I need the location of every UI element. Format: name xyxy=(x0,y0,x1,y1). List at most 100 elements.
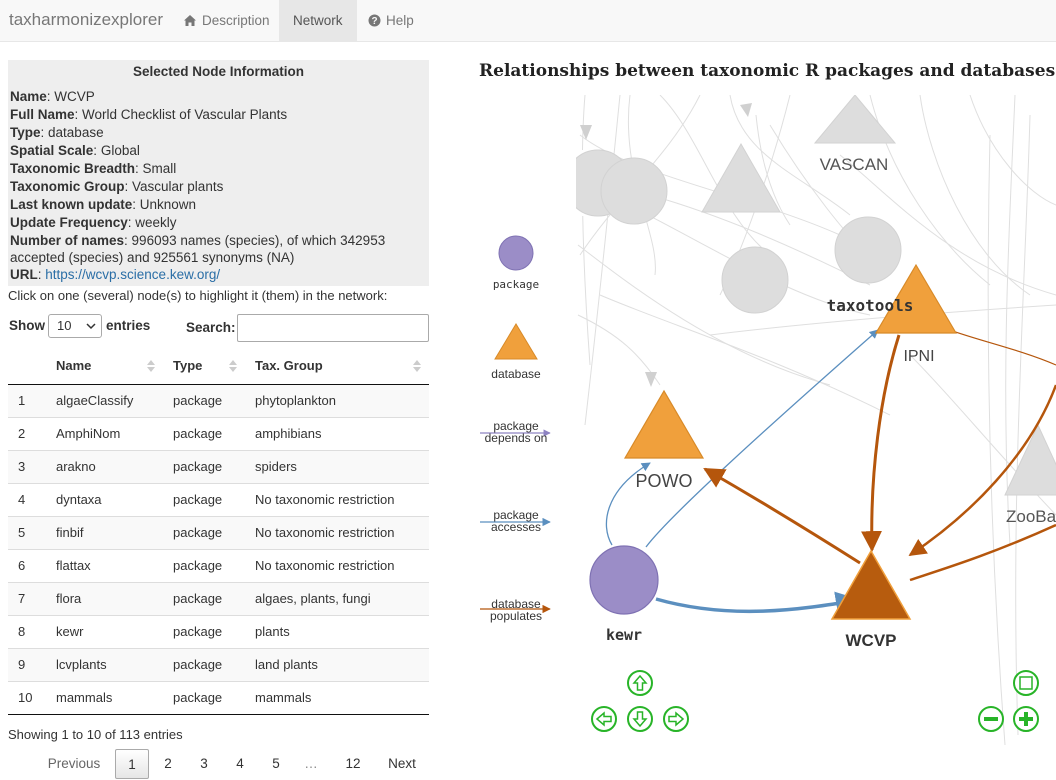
cell-name: finbif xyxy=(46,515,163,549)
pagination-page-1[interactable]: 1 xyxy=(115,749,149,779)
zoom-out-button[interactable] xyxy=(978,706,1004,732)
cell-type: package xyxy=(163,548,245,582)
cell-type: package xyxy=(163,416,245,450)
pagination-page-3[interactable]: 3 xyxy=(191,749,217,779)
legend: package database package depends on pack… xyxy=(480,235,551,623)
legend-database-label: database xyxy=(491,367,541,381)
entries-label: entries xyxy=(106,318,151,333)
table-info: Showing 1 to 10 of 113 entries xyxy=(8,727,183,742)
table-row[interactable]: 3 arakno package spiders xyxy=(8,449,429,483)
info-taxonomic-breadth: Taxonomic Breadth: Small xyxy=(10,161,177,176)
info-url-link[interactable]: https://wcvp.science.kew.org/ xyxy=(45,267,220,282)
table-row[interactable]: 7 flora package algaes, plants, fungi xyxy=(8,581,429,615)
col-taxgroup-header[interactable]: Tax. Group xyxy=(245,347,429,385)
sort-icon xyxy=(229,360,237,372)
svg-text:?: ? xyxy=(371,16,377,27)
entries-length-select[interactable]: 10 xyxy=(48,314,102,338)
table-row[interactable]: 4 dyntaxa package No taxonomic restriction xyxy=(8,482,429,516)
home-icon xyxy=(184,15,196,26)
cell-index: 8 xyxy=(8,614,46,648)
cell-taxgroup: algaes, plants, fungi xyxy=(245,581,429,615)
cell-taxgroup: No taxonomic restriction xyxy=(245,548,429,582)
search-input[interactable] xyxy=(237,314,429,342)
tab-description[interactable]: Description xyxy=(169,0,284,41)
table-row[interactable]: 9 lcvplants package land plants xyxy=(8,647,429,681)
sort-icon xyxy=(413,360,421,372)
pagination-page-12[interactable]: 12 xyxy=(336,749,370,779)
node-label-powo: POWO xyxy=(636,471,693,491)
pagination-ellipsis: … xyxy=(304,756,318,771)
node-kewr[interactable] xyxy=(589,545,659,615)
search-label: Search: xyxy=(186,320,236,335)
cell-index: 3 xyxy=(8,449,46,483)
legend-package-circle xyxy=(498,235,534,271)
cell-type: package xyxy=(163,482,245,516)
table-header-row: Name Type Tax. Group xyxy=(8,347,429,385)
info-name: Name: WCVP xyxy=(10,89,95,104)
table-controls: Show 10 entries Search: xyxy=(9,313,429,343)
col-type-header[interactable]: Type xyxy=(163,347,245,385)
cell-name: AmphiNom xyxy=(46,416,163,450)
tab-network[interactable]: Network xyxy=(279,0,357,41)
cell-type: package xyxy=(163,515,245,549)
table-row[interactable]: 2 AmphiNom package amphibians xyxy=(8,416,429,450)
cell-taxgroup: plants xyxy=(245,614,429,648)
pagination-next[interactable]: Next xyxy=(380,749,424,779)
faded-arrowheads xyxy=(580,103,752,387)
node-label-kewr: kewr xyxy=(606,626,642,644)
node-label-taxotools: taxotools xyxy=(827,296,914,315)
navbar: taxharmonizexplorer Description Network … xyxy=(0,0,1056,42)
pagination-previous[interactable]: Previous xyxy=(42,749,106,779)
zoom-fit-button[interactable] xyxy=(1013,670,1039,696)
app-brand[interactable]: taxharmonizexplorer xyxy=(9,10,163,30)
table-row[interactable]: 8 kewr package plants xyxy=(8,614,429,648)
cell-taxgroup: No taxonomic restriction xyxy=(245,515,429,549)
question-circle-icon: ? xyxy=(368,14,381,27)
network-title: Relationships between taxonomic R packag… xyxy=(479,61,1056,81)
cell-index: 4 xyxy=(8,482,46,516)
pagination-page-2[interactable]: 2 xyxy=(155,749,181,779)
table-row[interactable]: 5 finbif package No taxonomic restriction xyxy=(8,515,429,549)
info-type: Type: database xyxy=(10,125,104,140)
node-wcvp[interactable] xyxy=(830,549,912,620)
info-number-of-names: Number of names: 996093 names (species),… xyxy=(10,233,386,265)
table-row[interactable]: 6 flattax package No taxonomic restriction xyxy=(8,548,429,582)
col-name-header[interactable]: Name xyxy=(46,347,163,385)
zoom-in-button[interactable] xyxy=(1013,706,1039,732)
cell-index: 9 xyxy=(8,647,46,681)
legend-package-label: package xyxy=(493,278,539,291)
network-graph[interactable]: VASCAN ZooBa taxotools IPNI POWO WCVP ke… xyxy=(470,95,1056,777)
cell-index: 10 xyxy=(8,680,46,715)
nav-up-button[interactable] xyxy=(627,670,653,696)
cell-taxgroup: spiders xyxy=(245,449,429,483)
cell-name: dyntaxa xyxy=(46,482,163,516)
tab-network-label: Network xyxy=(293,12,343,28)
node-label-vascan: VASCAN xyxy=(820,155,889,174)
cell-type: package xyxy=(163,647,245,681)
chevron-down-icon xyxy=(86,323,96,330)
table-row[interactable]: 10 mammals package mammals xyxy=(8,680,429,715)
pagination-page-4[interactable]: 4 xyxy=(227,749,253,779)
tab-help-label: Help xyxy=(386,12,414,28)
tab-help[interactable]: ? Help xyxy=(354,0,428,41)
legend-accesses-line2: accesses xyxy=(491,520,541,534)
pagination-page-5[interactable]: 5 xyxy=(263,749,289,779)
info-panel-title: Selected Node Information xyxy=(132,64,305,79)
nav-right-button[interactable] xyxy=(663,706,689,732)
cell-type: package xyxy=(163,449,245,483)
cell-name: mammals xyxy=(46,680,163,715)
legend-database-triangle xyxy=(494,323,538,360)
nav-left-button[interactable] xyxy=(591,706,617,732)
show-label: Show xyxy=(9,318,45,333)
node-label-zooba: ZooBa xyxy=(1006,507,1056,526)
table-row[interactable]: 1 algaeClassify package phytoplankton xyxy=(8,383,429,417)
cell-type: package xyxy=(163,383,245,417)
node-powo[interactable] xyxy=(623,389,705,459)
highlight-hint: Click on one (several) node(s) to highli… xyxy=(8,288,388,303)
info-taxonomic-group: Taxonomic Group: Vascular plants xyxy=(10,179,224,194)
col-index-header[interactable] xyxy=(8,347,46,385)
cell-taxgroup: land plants xyxy=(245,647,429,681)
cell-name: lcvplants xyxy=(46,647,163,681)
cell-taxgroup: mammals xyxy=(245,680,429,715)
nav-down-button[interactable] xyxy=(627,706,653,732)
